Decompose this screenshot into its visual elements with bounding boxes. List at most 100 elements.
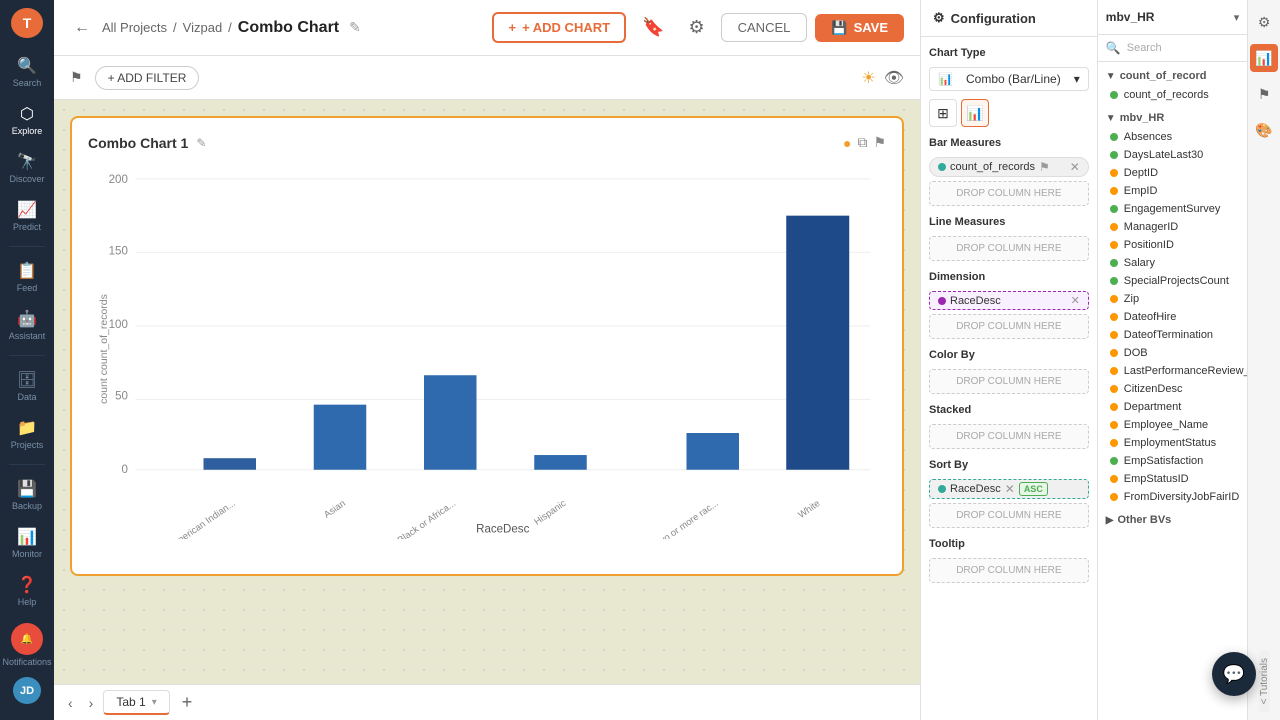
right-icon-config[interactable]: ⚙ — [1250, 8, 1278, 36]
field-item-citizendesc[interactable]: CitizenDesc — [1098, 380, 1248, 398]
chart-color-icon[interactable]: ● — [843, 135, 851, 151]
eye-icon[interactable]: 👁 — [884, 68, 904, 88]
dimension-remove-icon[interactable]: ✕ — [1071, 294, 1080, 307]
tab-next-button[interactable]: › — [83, 691, 100, 715]
sidebar-item-notifications[interactable]: 🔔 Notifications — [4, 617, 50, 673]
save-label: SAVE — [854, 20, 888, 35]
field-group-mbv-hr-header[interactable]: ▼ mbv_HR — [1098, 108, 1248, 128]
bookmark-button[interactable]: 🔖 — [634, 13, 672, 42]
color-drop-zone[interactable]: DROP COLUMN HERE — [929, 369, 1089, 394]
avatar[interactable]: JD — [13, 677, 41, 704]
field-dot-empid — [1110, 187, 1118, 195]
field-dot-empstatusid — [1110, 475, 1118, 483]
save-button[interactable]: 💾 SAVE — [815, 14, 904, 42]
right-icon-filter[interactable]: ⚑ — [1250, 80, 1278, 108]
add-chart-button[interactable]: + + ADD CHART — [492, 12, 626, 43]
field-item-special-projects[interactable]: SpecialProjectsCount — [1098, 272, 1248, 290]
page-title: Combo Chart — [238, 19, 339, 37]
back-button[interactable]: ← — [70, 15, 94, 41]
sidebar-item-search[interactable]: 🔍 Search — [4, 50, 50, 94]
filter-icon: ⚑ — [70, 69, 83, 86]
field-item-dob[interactable]: DOB — [1098, 344, 1248, 362]
tab-1-label: Tab 1 — [116, 695, 145, 709]
sidebar-item-explore[interactable]: ⬡ Explore — [4, 98, 50, 142]
field-item-dateofhire[interactable]: DateofHire — [1098, 308, 1248, 326]
tab-dropdown-icon[interactable]: ▾ — [152, 697, 157, 708]
edit-title-icon[interactable]: ✎ — [349, 19, 361, 36]
tutorials-tab[interactable]: < Tutorials — [1259, 650, 1270, 712]
tab-item-1[interactable]: Tab 1 ▾ — [103, 690, 169, 715]
field-item-department[interactable]: Department — [1098, 398, 1248, 416]
chart-title-edit-icon[interactable]: ✎ — [196, 136, 206, 150]
sidebar-item-feed[interactable]: 📋 Feed — [4, 255, 50, 299]
data-icon: 🗄 — [17, 370, 37, 390]
measure-remove-icon[interactable]: ✕ — [1070, 160, 1080, 174]
tab-bar: ‹ › Tab 1 ▾ + — [54, 684, 920, 720]
tooltip-drop-zone[interactable]: DROP COLUMN HERE — [929, 558, 1089, 583]
sidebar-item-predict[interactable]: 📈 Predict — [4, 194, 50, 238]
field-item-fromdiversity[interactable]: FromDiversityJobFairID — [1098, 488, 1248, 506]
line-measures-section: Line Measures DROP COLUMN HERE — [929, 214, 1089, 261]
search-input[interactable] — [1127, 42, 1248, 54]
sidebar-item-backup[interactable]: 💾 Backup — [4, 473, 50, 517]
chart-type-select[interactable]: 📊 Combo (Bar/Line) ▾ — [929, 67, 1089, 91]
chart-filter-icon[interactable]: ⚑ — [873, 134, 886, 151]
bar-hispanic — [534, 455, 587, 470]
sort-asc-badge[interactable]: ASC — [1019, 482, 1048, 496]
sidebar-item-projects[interactable]: 📁 Projects — [4, 412, 50, 456]
bar-drop-zone[interactable]: DROP COLUMN HERE — [929, 181, 1089, 206]
sort-remove-icon[interactable]: ✕ — [1005, 482, 1015, 496]
field-item-empsatisfaction[interactable]: EmpSatisfaction — [1098, 452, 1248, 470]
sort-drop-zone[interactable]: DROP COLUMN HERE — [929, 503, 1089, 528]
breadcrumb-vizpad[interactable]: Vizpad — [183, 20, 223, 35]
feed-icon: 📋 — [17, 261, 37, 281]
measure-filter-icon[interactable]: ⚑ — [1039, 160, 1050, 174]
sidebar-item-help[interactable]: ❓ Help — [4, 569, 50, 613]
stacked-drop-zone[interactable]: DROP COLUMN HERE — [929, 424, 1089, 449]
chat-bubble[interactable]: 💬 — [1212, 652, 1256, 696]
add-filter-button[interactable]: + ADD FILTER — [95, 66, 200, 90]
dimension-drop-zone[interactable]: DROP COLUMN HERE — [929, 314, 1089, 339]
field-dot-empsat — [1110, 457, 1118, 465]
sidebar-item-assistant[interactable]: 🤖 Assistant — [4, 303, 50, 347]
field-group-other-bvs-header[interactable]: ▶ Other BVs — [1098, 510, 1248, 530]
line-drop-zone[interactable]: DROP COLUMN HERE — [929, 236, 1089, 261]
field-item-dateofterm[interactable]: DateofTermination — [1098, 326, 1248, 344]
field-item-empstatusid[interactable]: EmpStatusID — [1098, 470, 1248, 488]
field-item-zip[interactable]: Zip — [1098, 290, 1248, 308]
field-item-employee-name[interactable]: Employee_Name — [1098, 416, 1248, 434]
bar-two-more — [687, 433, 740, 470]
main-content: ← All Projects / Vizpad / Combo Chart ✎ … — [54, 0, 920, 720]
breadcrumb-all-projects[interactable]: All Projects — [102, 20, 167, 35]
field-item-deptid[interactable]: DeptID — [1098, 164, 1248, 182]
measure-name: count_of_records — [950, 161, 1035, 173]
chart-icon-bar[interactable]: 📊 — [961, 99, 989, 127]
sun-icon[interactable]: ☀ — [861, 68, 875, 88]
add-tab-button[interactable]: + — [174, 690, 201, 715]
sidebar-item-monitor[interactable]: 📊 Monitor — [4, 521, 50, 565]
chart-copy-icon[interactable]: ⧉ — [857, 134, 867, 151]
line-measures-title: Line Measures — [929, 214, 1089, 230]
field-item-empid[interactable]: EmpID — [1098, 182, 1248, 200]
field-item-engagement[interactable]: EngagementSurvey — [1098, 200, 1248, 218]
field-item-lastperf[interactable]: LastPerformanceReview_Dat — [1098, 362, 1248, 380]
data-source-dropdown[interactable]: ▾ — [1234, 11, 1240, 24]
field-item-positionid[interactable]: PositionID — [1098, 236, 1248, 254]
field-group-count-header[interactable]: ▼ count_of_record — [1098, 66, 1248, 86]
field-item-salary[interactable]: Salary — [1098, 254, 1248, 272]
right-icon-chart-style[interactable]: 🎨 — [1250, 116, 1278, 144]
field-item-managerid[interactable]: ManagerID — [1098, 218, 1248, 236]
cancel-button[interactable]: CANCEL — [721, 13, 808, 42]
sidebar-item-data[interactable]: 🗄 Data — [4, 364, 50, 408]
sidebar-item-discover[interactable]: 🔭 Discover — [4, 146, 50, 190]
field-label-lastperf: LastPerformanceReview_Dat — [1124, 365, 1248, 377]
right-icon-data[interactable]: 📊 — [1250, 44, 1278, 72]
field-item-absences[interactable]: Absences — [1098, 128, 1248, 146]
field-item-employment-status[interactable]: EmploymentStatus — [1098, 434, 1248, 452]
settings-button[interactable]: ⚙ — [680, 13, 712, 42]
field-item-dayslatelast30[interactable]: DaysLateLast30 — [1098, 146, 1248, 164]
tab-prev-button[interactable]: ‹ — [62, 691, 79, 715]
app-logo[interactable]: T — [11, 8, 43, 38]
field-item-count-records[interactable]: count_of_records — [1098, 86, 1248, 104]
chart-icon-table[interactable]: ⊞ — [929, 99, 957, 127]
